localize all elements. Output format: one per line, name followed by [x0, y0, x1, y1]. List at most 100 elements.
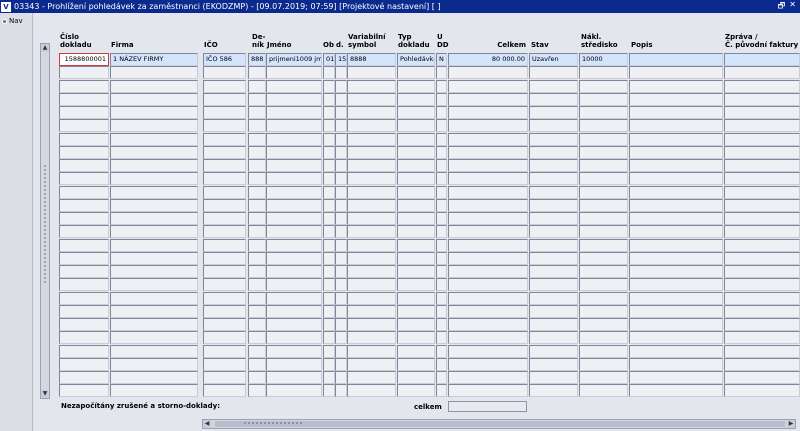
- grid-cell[interactable]: [448, 66, 528, 80]
- grid-cell[interactable]: [59, 198, 109, 212]
- grid-cell[interactable]: [347, 66, 396, 80]
- grid-cell[interactable]: [579, 291, 628, 305]
- grid-cell[interactable]: [323, 172, 335, 186]
- grid-cell[interactable]: [110, 225, 198, 239]
- grid-cell[interactable]: [323, 185, 335, 199]
- grid-cell[interactable]: [529, 185, 578, 199]
- grid-cell[interactable]: [248, 172, 266, 186]
- grid-cell[interactable]: [436, 278, 447, 292]
- grid-cell[interactable]: [397, 291, 435, 305]
- grid-cell[interactable]: [347, 291, 396, 305]
- grid-cell[interactable]: [347, 304, 396, 318]
- grid-cell[interactable]: [436, 185, 447, 199]
- grid-cell[interactable]: [347, 225, 396, 239]
- grid-cell[interactable]: [397, 145, 435, 159]
- grid-cell[interactable]: [397, 66, 435, 80]
- scroll-up-arrow-icon[interactable]: ▲: [41, 44, 49, 52]
- grid-cell[interactable]: [579, 318, 628, 331]
- grid-cell[interactable]: [397, 198, 435, 212]
- grid-cell[interactable]: [448, 304, 528, 318]
- grid-cell[interactable]: [335, 132, 347, 146]
- grid-cell[interactable]: [59, 265, 109, 278]
- grid-cell[interactable]: [724, 238, 800, 252]
- grid-cell[interactable]: [436, 66, 447, 80]
- grid-cell[interactable]: [629, 66, 723, 80]
- scroll-grip[interactable]: [243, 421, 303, 425]
- grid-cell[interactable]: [347, 357, 396, 371]
- grid-cell[interactable]: [335, 291, 347, 305]
- grid-cell[interactable]: [448, 92, 528, 106]
- grid-cell[interactable]: [724, 185, 800, 199]
- grid-cell[interactable]: [448, 384, 528, 398]
- grid-cell[interactable]: [248, 384, 266, 398]
- grid-cell[interactable]: [266, 198, 322, 212]
- grid-cell[interactable]: [335, 66, 347, 80]
- grid-cell[interactable]: [266, 384, 322, 398]
- grid-cell[interactable]: [579, 225, 628, 239]
- grid-cell[interactable]: [436, 145, 447, 159]
- grid-cell[interactable]: [335, 119, 347, 133]
- restore-window-button[interactable]: 🗗: [778, 0, 786, 13]
- grid-cell[interactable]: [323, 371, 335, 384]
- grid-cell[interactable]: [629, 344, 723, 358]
- grid-cell[interactable]: [203, 371, 246, 384]
- grid-cell[interactable]: [629, 172, 723, 186]
- grid-cell[interactable]: [579, 198, 628, 212]
- grid-cell[interactable]: [629, 357, 723, 371]
- grid-cell[interactable]: [629, 225, 723, 239]
- grid-cell[interactable]: [347, 159, 396, 172]
- grid-cell[interactable]: [323, 384, 335, 398]
- grid-cell[interactable]: [323, 198, 335, 212]
- grid-cell[interactable]: [579, 66, 628, 80]
- grid-cell[interactable]: [323, 212, 335, 225]
- grid-cell[interactable]: [724, 92, 800, 106]
- cell-variabilni-symbol[interactable]: 8888: [347, 53, 396, 66]
- grid-cell[interactable]: [203, 265, 246, 278]
- grid-cell[interactable]: [323, 304, 335, 318]
- grid-cell[interactable]: [59, 371, 109, 384]
- grid-cell[interactable]: [724, 198, 800, 212]
- close-window-button[interactable]: ✕: [789, 0, 796, 13]
- grid-cell[interactable]: [203, 159, 246, 172]
- grid-cell[interactable]: [724, 371, 800, 384]
- grid-cell[interactable]: [203, 357, 246, 371]
- grid-cell[interactable]: [724, 291, 800, 305]
- grid-cell[interactable]: [629, 159, 723, 172]
- grid-cell[interactable]: [59, 92, 109, 106]
- grid-cell[interactable]: [59, 291, 109, 305]
- grid-cell[interactable]: [59, 132, 109, 146]
- grid-cell[interactable]: [248, 344, 266, 358]
- grid-cell[interactable]: [436, 106, 447, 119]
- grid-cell[interactable]: [248, 212, 266, 225]
- grid-cell[interactable]: [529, 212, 578, 225]
- grid-cell[interactable]: [347, 265, 396, 278]
- grid-cell[interactable]: [266, 132, 322, 146]
- grid-cell[interactable]: [248, 278, 266, 292]
- grid-cell[interactable]: [248, 225, 266, 239]
- grid-cell[interactable]: [629, 291, 723, 305]
- grid-cell[interactable]: [629, 238, 723, 252]
- grid-cell[interactable]: [203, 145, 246, 159]
- grid-cell[interactable]: [59, 318, 109, 331]
- grid-cell[interactable]: [59, 331, 109, 345]
- grid-cell[interactable]: [579, 185, 628, 199]
- grid-cell[interactable]: [397, 106, 435, 119]
- cell-typ-dokladu[interactable]: Pohledávka: [397, 53, 435, 66]
- grid-cell[interactable]: [266, 265, 322, 278]
- grid-cell[interactable]: [248, 371, 266, 384]
- grid-cell[interactable]: [203, 79, 246, 93]
- cell-zprava[interactable]: [724, 53, 800, 66]
- horizontal-scrollbar[interactable]: ◀ ▶: [202, 419, 796, 429]
- grid-cell[interactable]: [529, 145, 578, 159]
- grid-cell[interactable]: [436, 344, 447, 358]
- grid-cell[interactable]: [397, 344, 435, 358]
- scroll-down-arrow-icon[interactable]: ▼: [41, 390, 49, 398]
- grid-cell[interactable]: [335, 106, 347, 119]
- grid-cell[interactable]: [203, 251, 246, 265]
- grid-cell[interactable]: [579, 106, 628, 119]
- grid-cell[interactable]: [397, 92, 435, 106]
- grid-cell[interactable]: [448, 212, 528, 225]
- grid-cell[interactable]: [724, 132, 800, 146]
- grid-cell[interactable]: [347, 331, 396, 345]
- grid-cell[interactable]: [436, 384, 447, 398]
